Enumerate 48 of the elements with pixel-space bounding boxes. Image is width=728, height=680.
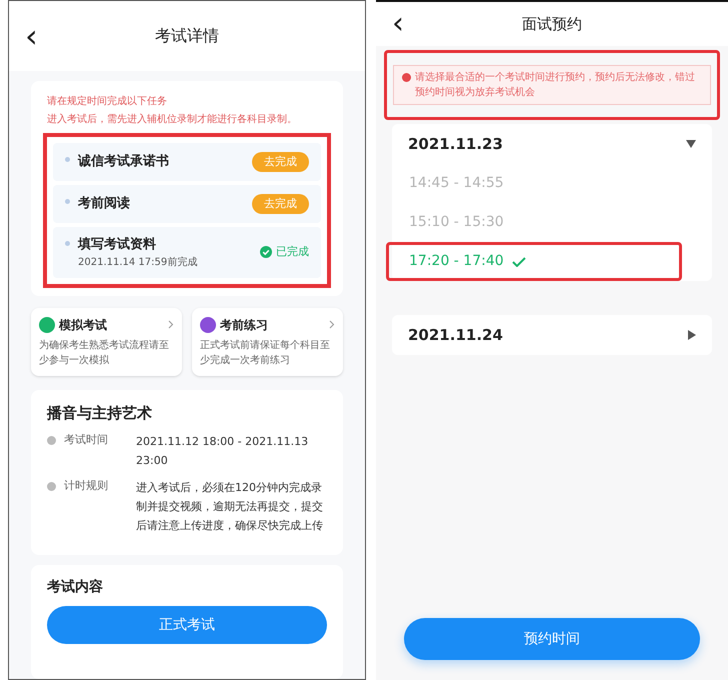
info-label: 计时规则 xyxy=(64,478,109,494)
shortcut-title: 模拟考试 xyxy=(59,316,108,334)
task-title: 考前阅读 xyxy=(78,195,131,214)
date-text: 2021.11.23 xyxy=(408,134,503,155)
content-title: 考试内容 xyxy=(47,578,104,597)
task-title: 填写考试资料 xyxy=(78,236,157,254)
notice-text: 进入考试后，需先进入辅机位录制才能进行各科目录制。 xyxy=(46,112,298,127)
shortcut-description: 为确保考生熟悉考试流程请至少参与一次模拟 xyxy=(39,338,170,368)
task-title: 诚信考试承诺书 xyxy=(78,153,170,172)
alert-text: 请选择最合适的一个考试时间进行预约，预约后无法修改，错过预约时间视为放弃考试机会 xyxy=(415,70,696,100)
shortcut-card[interactable]: 模拟考试 为确保考生熟悉考试流程请至少参与一次模拟 xyxy=(31,308,182,376)
info-label: 考试时间 xyxy=(64,432,109,448)
alert-icon xyxy=(402,73,411,82)
time-slot[interactable]: 15:10 - 15:30 xyxy=(386,203,682,242)
subject-title: 播音与主持艺术 xyxy=(47,402,153,424)
page-title: 考试详情 xyxy=(155,25,219,47)
info-value: 2021.11.12 18:00 - 2021.11.13 23:00 xyxy=(136,434,310,469)
back-button[interactable]: ‹ xyxy=(392,9,404,39)
bullet-icon xyxy=(65,199,70,204)
start-exam-button[interactable]: 正式考试 xyxy=(47,606,327,644)
check-circle-icon xyxy=(260,246,272,258)
shortcut-title: 考前练习 xyxy=(220,316,269,334)
check-icon xyxy=(512,256,526,266)
time-slot[interactable]: 17:20 - 17:40 xyxy=(386,242,682,281)
bullet-icon xyxy=(65,241,70,246)
info-value: 进入考试后，必须在120分钟内完成录制并提交视频，逾期无法再提交，提交后请注意上传进度，确保尽快完成上传 xyxy=(136,480,324,534)
clock-icon xyxy=(47,436,56,445)
slot-time: 15:10 - 15:30 xyxy=(409,213,504,232)
shortcut-card[interactable]: 考前练习 正式考试前请保证每个科目至少完成一次考前练习 xyxy=(192,308,343,376)
notice-text: 请在规定时间完成以下任务 xyxy=(46,94,168,109)
slot-time: 17:20 - 17:40 xyxy=(409,252,504,271)
date-header[interactable]: 2021.11.23 xyxy=(392,124,712,164)
complete-button[interactable]: 去完成 xyxy=(252,152,309,172)
clock-icon xyxy=(47,482,56,491)
book-time-button[interactable]: 预约时间 xyxy=(404,618,700,660)
back-button[interactable]: ‹ xyxy=(25,20,38,52)
deadline-text: 2021.11.14 17:59前完成 xyxy=(78,256,198,270)
chevron-right-icon xyxy=(168,320,174,329)
shortcut-description: 正式考试前请保证每个科目至少完成一次考前练习 xyxy=(200,338,331,368)
date-header[interactable]: 2021.11.24 xyxy=(392,315,712,355)
status-text: 已完成 xyxy=(276,244,309,260)
slot-time: 14:45 - 14:55 xyxy=(409,174,504,193)
chevron-right-icon xyxy=(329,320,335,329)
time-slot[interactable]: 14:45 - 14:55 xyxy=(386,164,682,203)
complete-button[interactable]: 去完成 xyxy=(252,194,309,214)
date-text: 2021.11.24 xyxy=(408,324,503,346)
bullet-icon xyxy=(65,157,70,162)
page-title: 面试预约 xyxy=(522,14,582,35)
